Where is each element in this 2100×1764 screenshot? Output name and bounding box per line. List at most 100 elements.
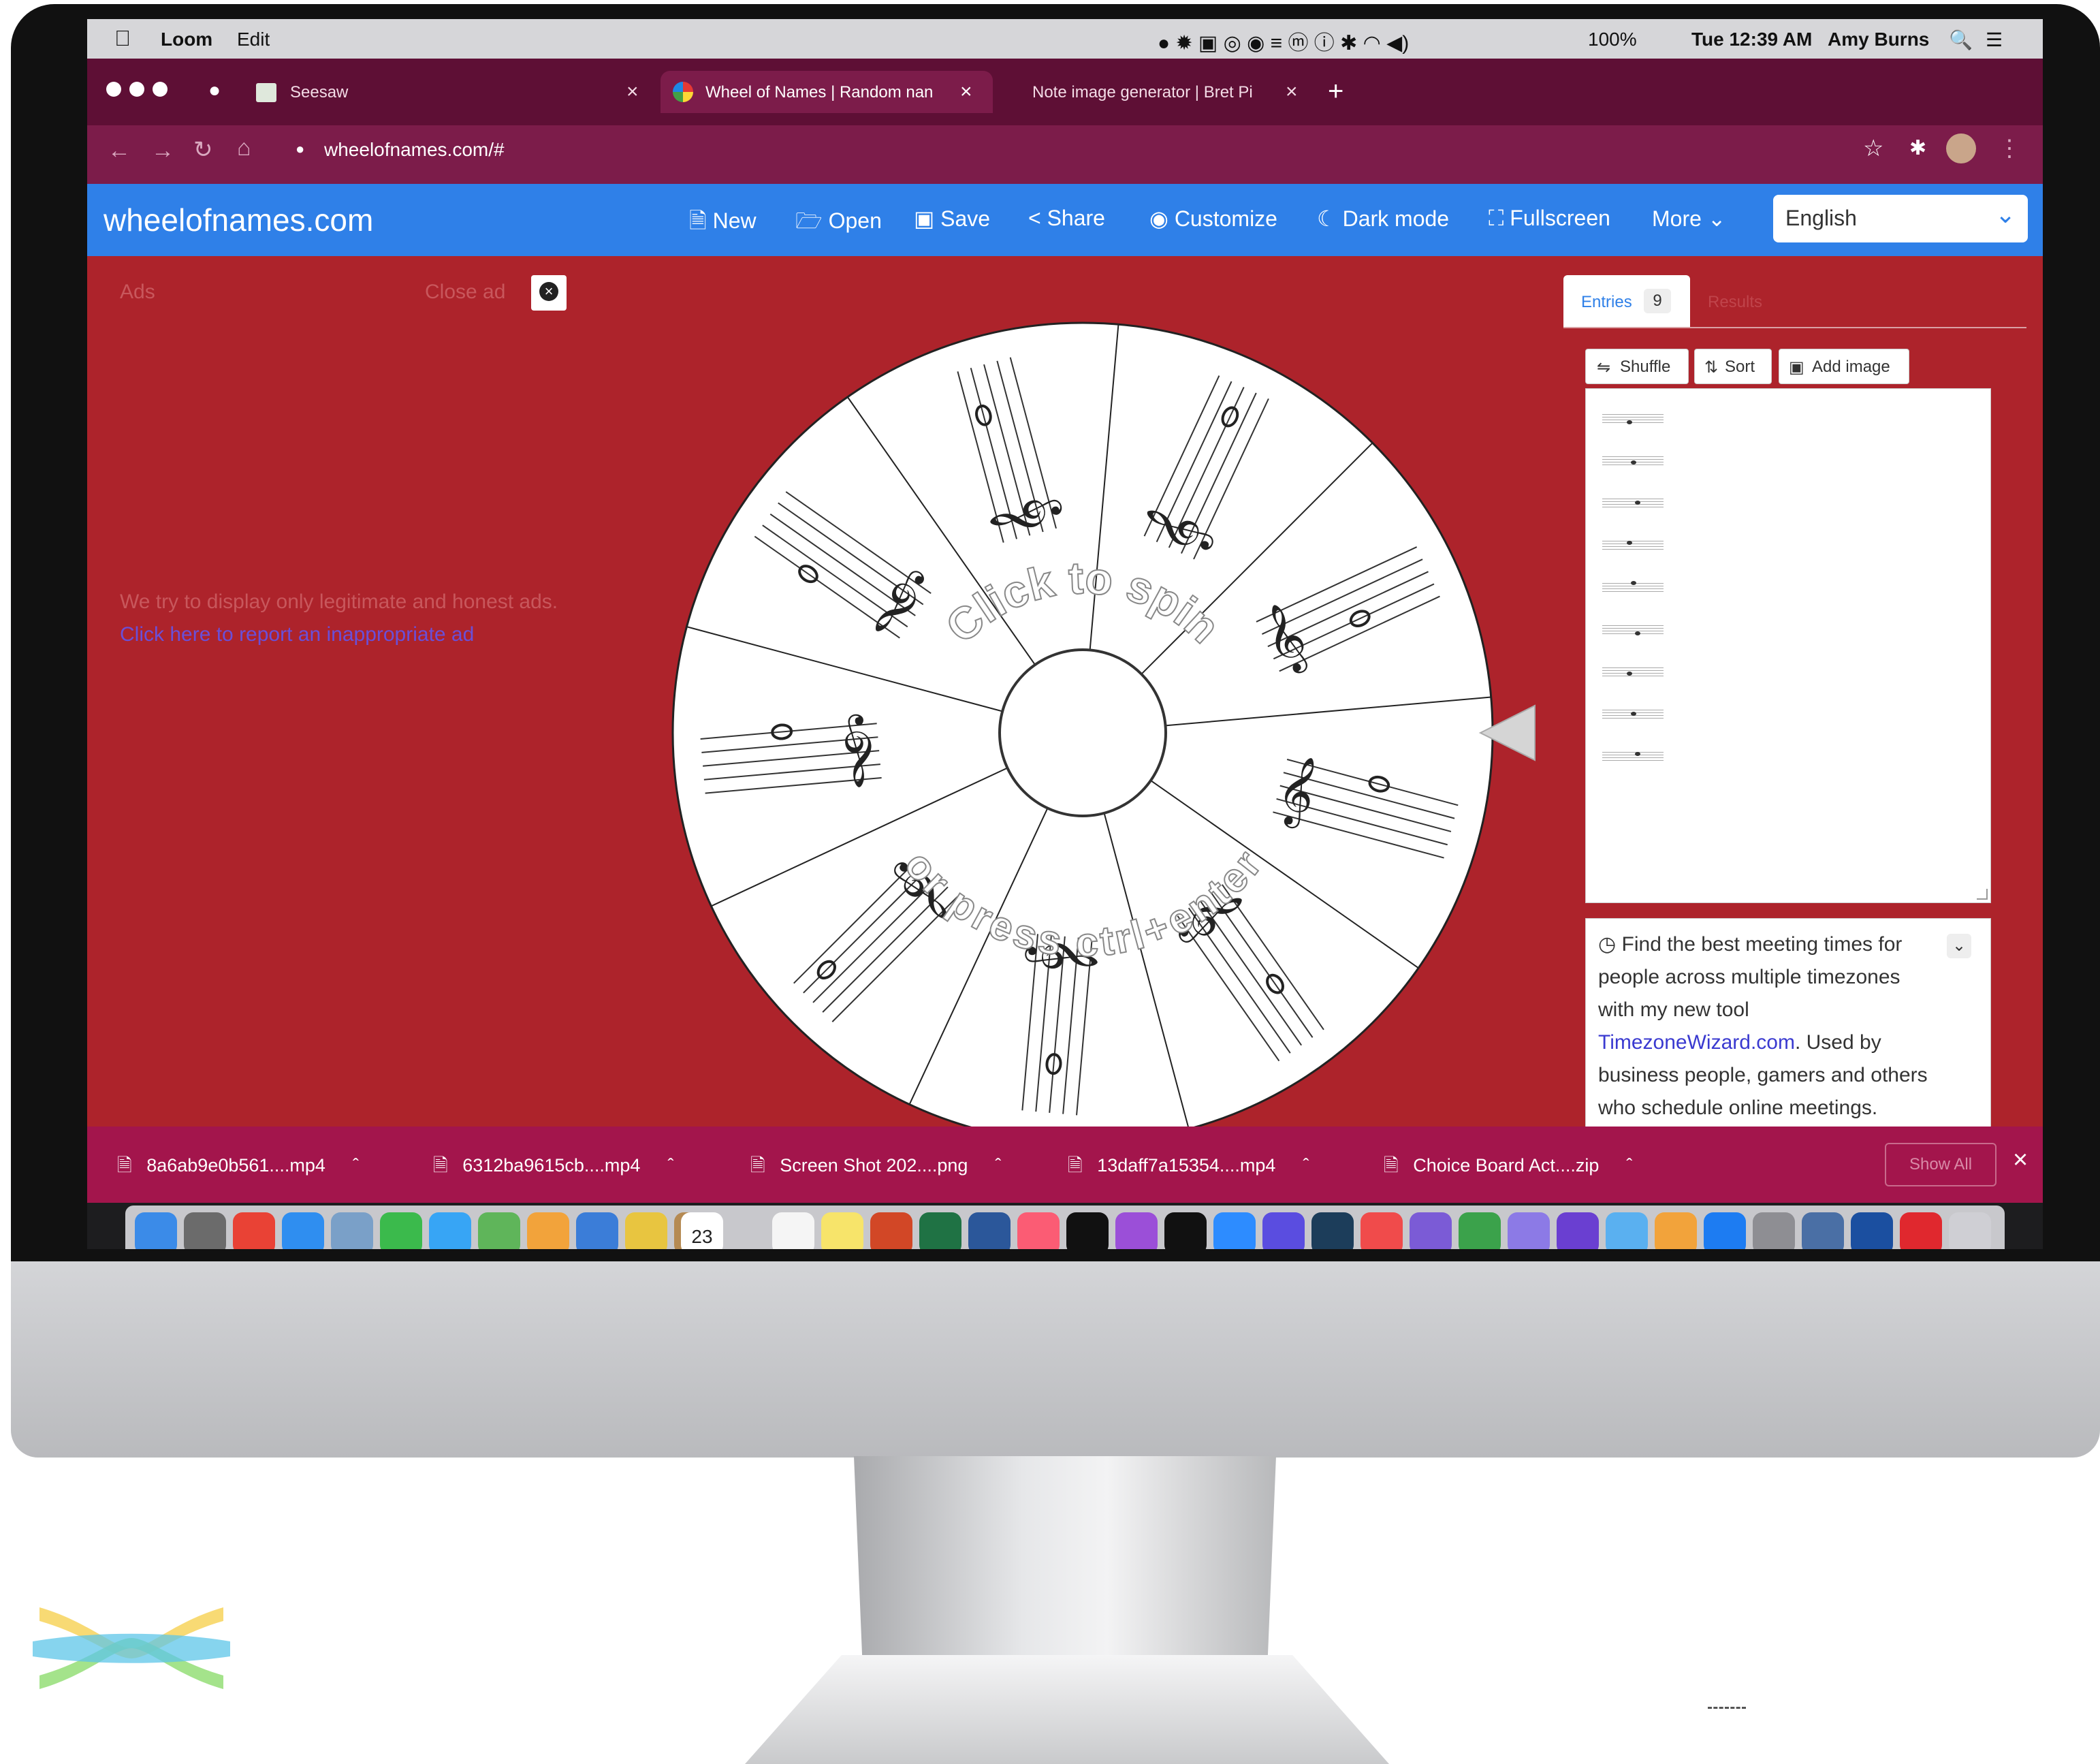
extensions-icon[interactable]: ✱ [1909, 136, 1926, 160]
save-button[interactable]: ▣ Save [914, 206, 990, 232]
chrome-icon[interactable] [233, 1212, 275, 1249]
customize-button[interactable]: ◉ Customize [1149, 206, 1277, 232]
browser-menu-icon[interactable]: ⋮ [1998, 135, 2021, 162]
entry-item[interactable] [1602, 535, 1664, 555]
game-center-icon[interactable] [1508, 1212, 1550, 1249]
more-menu-button[interactable]: More ⌄ [1652, 206, 1726, 232]
news-icon[interactable] [1361, 1212, 1403, 1249]
perplexity-icon[interactable] [1262, 1212, 1305, 1249]
imovie-icon[interactable] [1410, 1212, 1452, 1249]
fullscreen-button[interactable]: ⛶ Fullscreen [1489, 206, 1610, 232]
safari-icon[interactable] [282, 1212, 324, 1249]
show-all-button[interactable]: Show All [1885, 1143, 1996, 1186]
entry-item[interactable] [1602, 619, 1664, 640]
quicktime-icon[interactable] [1311, 1212, 1354, 1249]
notes-app-icon[interactable] [625, 1212, 667, 1249]
entry-item[interactable] [1602, 492, 1664, 513]
keynote-icon[interactable] [576, 1212, 618, 1249]
download-item[interactable]: 🗎 Screen Shot 202....png ˆ [750, 1152, 1001, 1184]
scanner-icon[interactable] [1802, 1212, 1844, 1249]
close-ad-link[interactable]: Close ad [425, 281, 505, 304]
close-icon[interactable]: × [2013, 1146, 2028, 1175]
entry-item[interactable] [1602, 661, 1664, 682]
add-image-button[interactable]: ▣ Add image [1779, 349, 1909, 384]
entry-item[interactable] [1602, 450, 1664, 471]
photos-icon[interactable] [527, 1212, 569, 1249]
finder-icon[interactable] [135, 1212, 177, 1249]
status-icons[interactable]: ● ✹ ▣ ◎ ◉ ≡ ⓜ ⓘ ✱ ◠ ◀) [1158, 26, 1409, 56]
maps-icon[interactable] [478, 1212, 520, 1249]
url-text[interactable]: wheelofnames.com/# [324, 139, 505, 161]
entry-item[interactable] [1602, 704, 1664, 724]
entry-item[interactable] [1602, 746, 1664, 766]
chevron-up-icon[interactable]: ˆ [1303, 1155, 1309, 1176]
window-zoom-dot[interactable] [153, 82, 168, 97]
share-button[interactable]: < Share [1028, 206, 1105, 231]
download-item[interactable]: 🗎 13daff7a15354....mp4 ˆ [1068, 1152, 1309, 1184]
acrobat-icon[interactable] [1900, 1212, 1942, 1249]
system-preferences-icon[interactable] [1753, 1212, 1795, 1249]
tab-close-icon[interactable]: × [960, 80, 972, 104]
site-logo[interactable]: wheelofnames.com [104, 202, 373, 238]
tab-close-icon[interactable]: × [1286, 80, 1298, 104]
spotlight-icon[interactable]: 🔍 [1949, 29, 1973, 51]
pages-icon[interactable] [1655, 1212, 1697, 1249]
site-globe-icon[interactable]: ● [208, 79, 221, 102]
trash-icon[interactable] [1949, 1212, 1991, 1249]
powerpoint-icon[interactable] [870, 1212, 912, 1249]
tab-note-generator[interactable]: Note image generator | Bret Pi × [1001, 71, 1307, 113]
excel-icon[interactable] [919, 1212, 961, 1249]
chevron-up-icon[interactable]: ˆ [995, 1155, 1001, 1176]
tab-results[interactable]: Results [1708, 293, 1762, 312]
new-tab-icon[interactable]: + [1328, 76, 1343, 107]
report-ad-link[interactable]: Click here to report an inappropriate ad [120, 623, 474, 646]
zoom-icon[interactable] [1213, 1212, 1256, 1249]
download-item[interactable]: 🗎 8a6ab9e0b561....mp4 ˆ [117, 1152, 359, 1184]
app-store-icon[interactable] [1704, 1212, 1746, 1249]
messages-icon[interactable] [429, 1212, 471, 1249]
open-button[interactable]: 🗁 Open [795, 206, 882, 242]
staff-wars-icon[interactable] [1066, 1212, 1109, 1249]
bookmark-star-icon[interactable]: ☆ [1863, 135, 1883, 162]
tab-entries[interactable]: Entries 9 [1563, 275, 1690, 327]
reload-icon[interactable]: ↻ [193, 136, 213, 163]
textedit-icon[interactable] [1606, 1212, 1648, 1249]
reminders-icon[interactable] [772, 1212, 814, 1249]
chevron-up-icon[interactable]: ˆ [667, 1155, 673, 1176]
word-icon[interactable] [968, 1212, 1011, 1249]
stickies-icon[interactable] [821, 1212, 863, 1249]
numbers-icon[interactable] [1459, 1212, 1501, 1249]
dark-mode-button[interactable]: ☾ Dark mode [1317, 206, 1449, 232]
menu-app-name[interactable]: Loom [161, 29, 212, 50]
new-button[interactable]: 🗎 New [689, 206, 757, 242]
apple-tv-icon[interactable] [1164, 1212, 1207, 1249]
preview-icon[interactable] [331, 1212, 373, 1249]
lock-icon[interactable]: ● [296, 140, 304, 158]
calendar-icon[interactable]: 23 [681, 1212, 723, 1249]
back-icon[interactable]: ← [108, 138, 131, 164]
wheel-center[interactable] [998, 648, 1167, 817]
entry-item[interactable] [1602, 408, 1664, 428]
language-select[interactable]: English ⌄ [1773, 195, 2028, 242]
tab-seesaw[interactable]: Seesaw × [253, 71, 648, 113]
apple-icon[interactable]:  [114, 26, 131, 51]
home-icon[interactable]: ⌂ [237, 135, 251, 161]
imovie-star-icon[interactable] [1557, 1212, 1599, 1249]
close-ad-button[interactable]: × [531, 275, 567, 311]
shuffle-button[interactable]: ⇋ Shuffle [1585, 349, 1689, 384]
control-center-icon[interactable]: ☰ [1986, 29, 2003, 51]
profile-avatar[interactable] [1946, 133, 1976, 163]
launchpad-icon[interactable] [184, 1212, 226, 1249]
wd-drive-icon[interactable] [1851, 1212, 1893, 1249]
entries-textarea[interactable] [1585, 388, 1991, 903]
menubar-clock[interactable]: Tue 12:39 AM [1691, 29, 1812, 50]
resize-handle[interactable] [1977, 889, 1988, 900]
music-icon[interactable] [1017, 1212, 1060, 1249]
timezonewizard-link[interactable]: TimezoneWizard.com [1598, 1031, 1795, 1054]
menubar-user[interactable]: Amy Burns [1828, 29, 1929, 50]
sort-button[interactable]: ⇅ Sort [1694, 349, 1772, 384]
download-item[interactable]: 🗎 6312ba9615cb....mp4 ˆ [433, 1152, 673, 1184]
window-minimize-dot[interactable] [129, 82, 144, 97]
tab-close-icon[interactable]: × [626, 80, 639, 104]
window-close-dot[interactable] [106, 82, 121, 97]
